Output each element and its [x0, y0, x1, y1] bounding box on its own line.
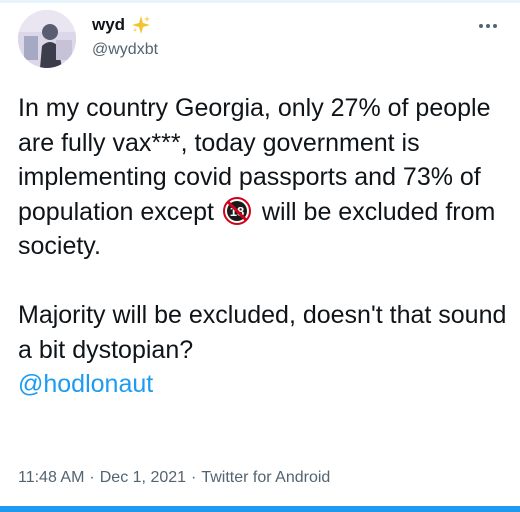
meta-separator: ·: [89, 469, 95, 486]
more-icon: [479, 24, 497, 28]
display-name-row: wyd: [92, 14, 158, 36]
tweet-source[interactable]: Twitter for Android: [201, 469, 330, 486]
tweet-meta: 11:48 AM · Dec 1, 2021 · Twitter for Android: [18, 468, 330, 488]
avatar-image: [18, 10, 76, 68]
display-name[interactable]: wyd: [92, 14, 125, 36]
author-handle[interactable]: @wydxbt: [92, 40, 158, 60]
sparkles-icon: [131, 15, 151, 35]
tweet-paragraph-2: Majority will be excluded, doesn't that …: [18, 298, 508, 402]
top-divider: [0, 0, 520, 3]
bottom-accent-bar: [0, 506, 520, 512]
avatar[interactable]: [18, 10, 76, 68]
tweet-card: wyd @wydxbt In my country Georgia, only …: [0, 0, 520, 512]
tweet-date[interactable]: Dec 1, 2021: [100, 469, 186, 486]
tweet-paragraph-1: In my country Georgia, only 27% of peopl…: [18, 91, 508, 264]
mention-link[interactable]: @hodlonaut: [18, 370, 153, 398]
no-under-18-icon: 18: [222, 196, 251, 225]
more-options-button[interactable]: [474, 16, 502, 36]
tweet-text-part-3: Majority will be excluded, doesn't that …: [18, 301, 507, 364]
author-block: wyd @wydxbt: [92, 14, 158, 60]
tweet-time[interactable]: 11:48 AM: [18, 469, 84, 486]
meta-separator-2: ·: [191, 469, 197, 486]
tweet-text: In my country Georgia, only 27% of peopl…: [18, 91, 508, 402]
